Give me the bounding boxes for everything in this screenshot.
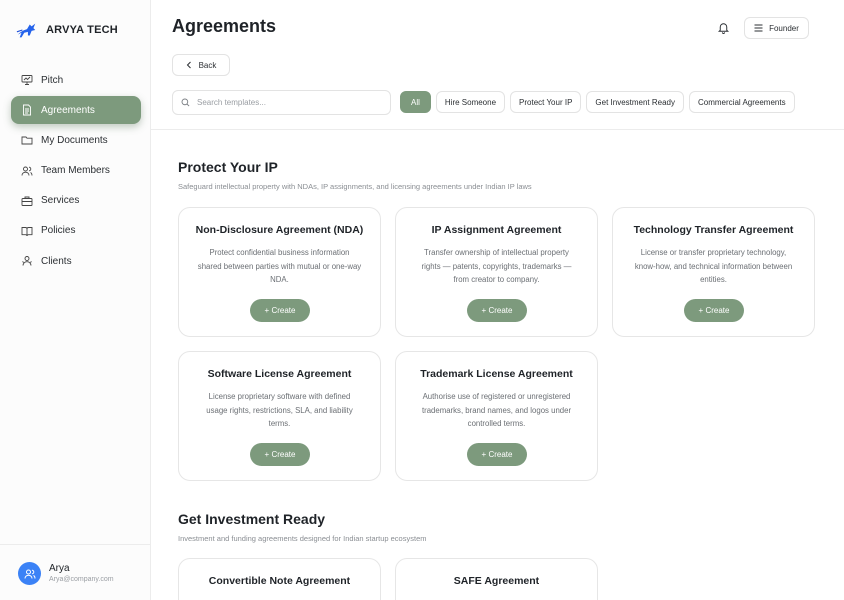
book-open-icon	[21, 226, 33, 236]
section-title: Protect Your IP	[178, 159, 278, 175]
user-name: Arya	[49, 563, 70, 574]
card-description: License proprietary software with define…	[206, 392, 353, 428]
template-card: Trademark License Agreement Authorise us…	[395, 351, 598, 481]
brand-name: ARVYA TECH	[46, 24, 118, 36]
user-profile[interactable]: Arya Arya@company.com	[0, 544, 151, 600]
sidebar-item-label: Policies	[41, 225, 76, 237]
filter-chip-commercial-agreements[interactable]: Commercial Agreements	[689, 91, 795, 113]
sidebar-item-label: Pitch	[41, 74, 64, 86]
clients-icon	[22, 256, 32, 266]
sidebar-item-label: Services	[41, 195, 80, 207]
header-divider	[151, 129, 844, 130]
create-button[interactable]: + Create	[250, 443, 310, 466]
sidebar-item-clients[interactable]: Clients	[11, 247, 141, 275]
sidebar-item-label: My Documents	[41, 134, 108, 146]
sidebar-item-pitch[interactable]: Pitch	[11, 66, 141, 94]
template-card: IP Assignment Agreement Transfer ownersh…	[395, 207, 598, 337]
filter-chip-protect-your-ip[interactable]: Protect Your IP	[510, 91, 582, 113]
user-email: Arya@company.com	[49, 576, 114, 583]
create-button[interactable]: + Create	[250, 299, 310, 322]
filter-chips: All Hire Someone Protect Your IP Get Inv…	[400, 91, 795, 113]
chevron-left-icon	[186, 61, 191, 69]
presentation-icon	[21, 75, 33, 85]
horse-logo-icon	[16, 23, 36, 38]
page-title: Agreements	[172, 16, 277, 36]
sidebar-item-agreements[interactable]: Agreements	[11, 96, 141, 125]
card-title: SAFE Agreement	[453, 575, 540, 587]
section-title: Get Investment Ready	[178, 511, 326, 527]
sidebar-item-team-members[interactable]: Team Members	[11, 157, 141, 185]
sidebar-item-label: Team Members	[41, 165, 110, 177]
create-button[interactable]: + Create	[684, 299, 744, 322]
card-title: Software License Agreement	[207, 368, 352, 380]
back-button[interactable]: Back	[172, 54, 230, 76]
card-title: Convertible Note Agreement	[208, 575, 351, 587]
sidebar-item-label: Clients	[41, 255, 72, 267]
create-button[interactable]: + Create	[467, 299, 527, 322]
avatar	[18, 562, 41, 585]
template-card: Software License Agreement License propr…	[178, 351, 381, 481]
card-title: Non-Disclosure Agreement (NDA)	[195, 224, 364, 236]
card-description: Authorise use of registered or unregiste…	[421, 392, 572, 428]
folder-icon	[21, 136, 33, 145]
filter-chip-get-investment-ready[interactable]: Get Investment Ready	[586, 91, 684, 113]
card-title: Technology Transfer Agreement	[633, 224, 794, 236]
founder-label: Founder	[769, 23, 799, 33]
brand[interactable]: ARVYA TECH	[16, 20, 118, 40]
bell-icon[interactable]	[717, 21, 730, 34]
menu-icon	[754, 24, 763, 32]
back-label: Back	[198, 60, 217, 70]
card-description: License or transfer proprietary technolo…	[634, 248, 793, 284]
card-title: IP Assignment Agreement	[431, 224, 562, 236]
template-card: Technology Transfer Agreement License or…	[612, 207, 815, 337]
filter-chip-hire-someone[interactable]: Hire Someone	[435, 91, 506, 113]
search-icon	[181, 98, 190, 107]
founder-menu-button[interactable]: Founder	[744, 17, 809, 39]
create-button[interactable]: + Create	[467, 443, 527, 466]
sidebar: ARVYA TECH Pitch Agreements My Documents…	[0, 0, 151, 600]
template-card: SAFE Agreement	[395, 558, 598, 600]
template-card: Non-Disclosure Agreement (NDA) Protect c…	[178, 207, 381, 337]
sidebar-nav: Pitch Agreements My Documents Team Membe…	[11, 66, 141, 277]
search-box[interactable]	[172, 90, 391, 115]
users-icon	[21, 166, 33, 176]
template-card: Convertible Note Agreement	[178, 558, 381, 600]
sidebar-item-policies[interactable]: Policies	[11, 217, 141, 245]
card-description: Protect confidential business informatio…	[197, 248, 362, 284]
filter-chip-all[interactable]: All	[400, 91, 431, 113]
sidebar-item-services[interactable]: Services	[11, 187, 141, 215]
card-description: Transfer ownership of intellectual prope…	[421, 248, 572, 284]
card-title: Trademark License Agreement	[420, 368, 573, 380]
main-content: Agreements Founder Back All Hire Someone…	[151, 0, 844, 600]
search-input[interactable]	[197, 98, 377, 107]
sidebar-item-label: Agreements	[41, 104, 95, 116]
users-icon	[24, 569, 35, 579]
sidebar-item-my-documents[interactable]: My Documents	[11, 126, 141, 154]
briefcase-icon	[21, 196, 33, 206]
document-icon	[23, 104, 31, 116]
section-subtitle: Investment and funding agreements design…	[178, 534, 427, 543]
section-subtitle: Safeguard intellectual property with NDA…	[178, 182, 532, 191]
